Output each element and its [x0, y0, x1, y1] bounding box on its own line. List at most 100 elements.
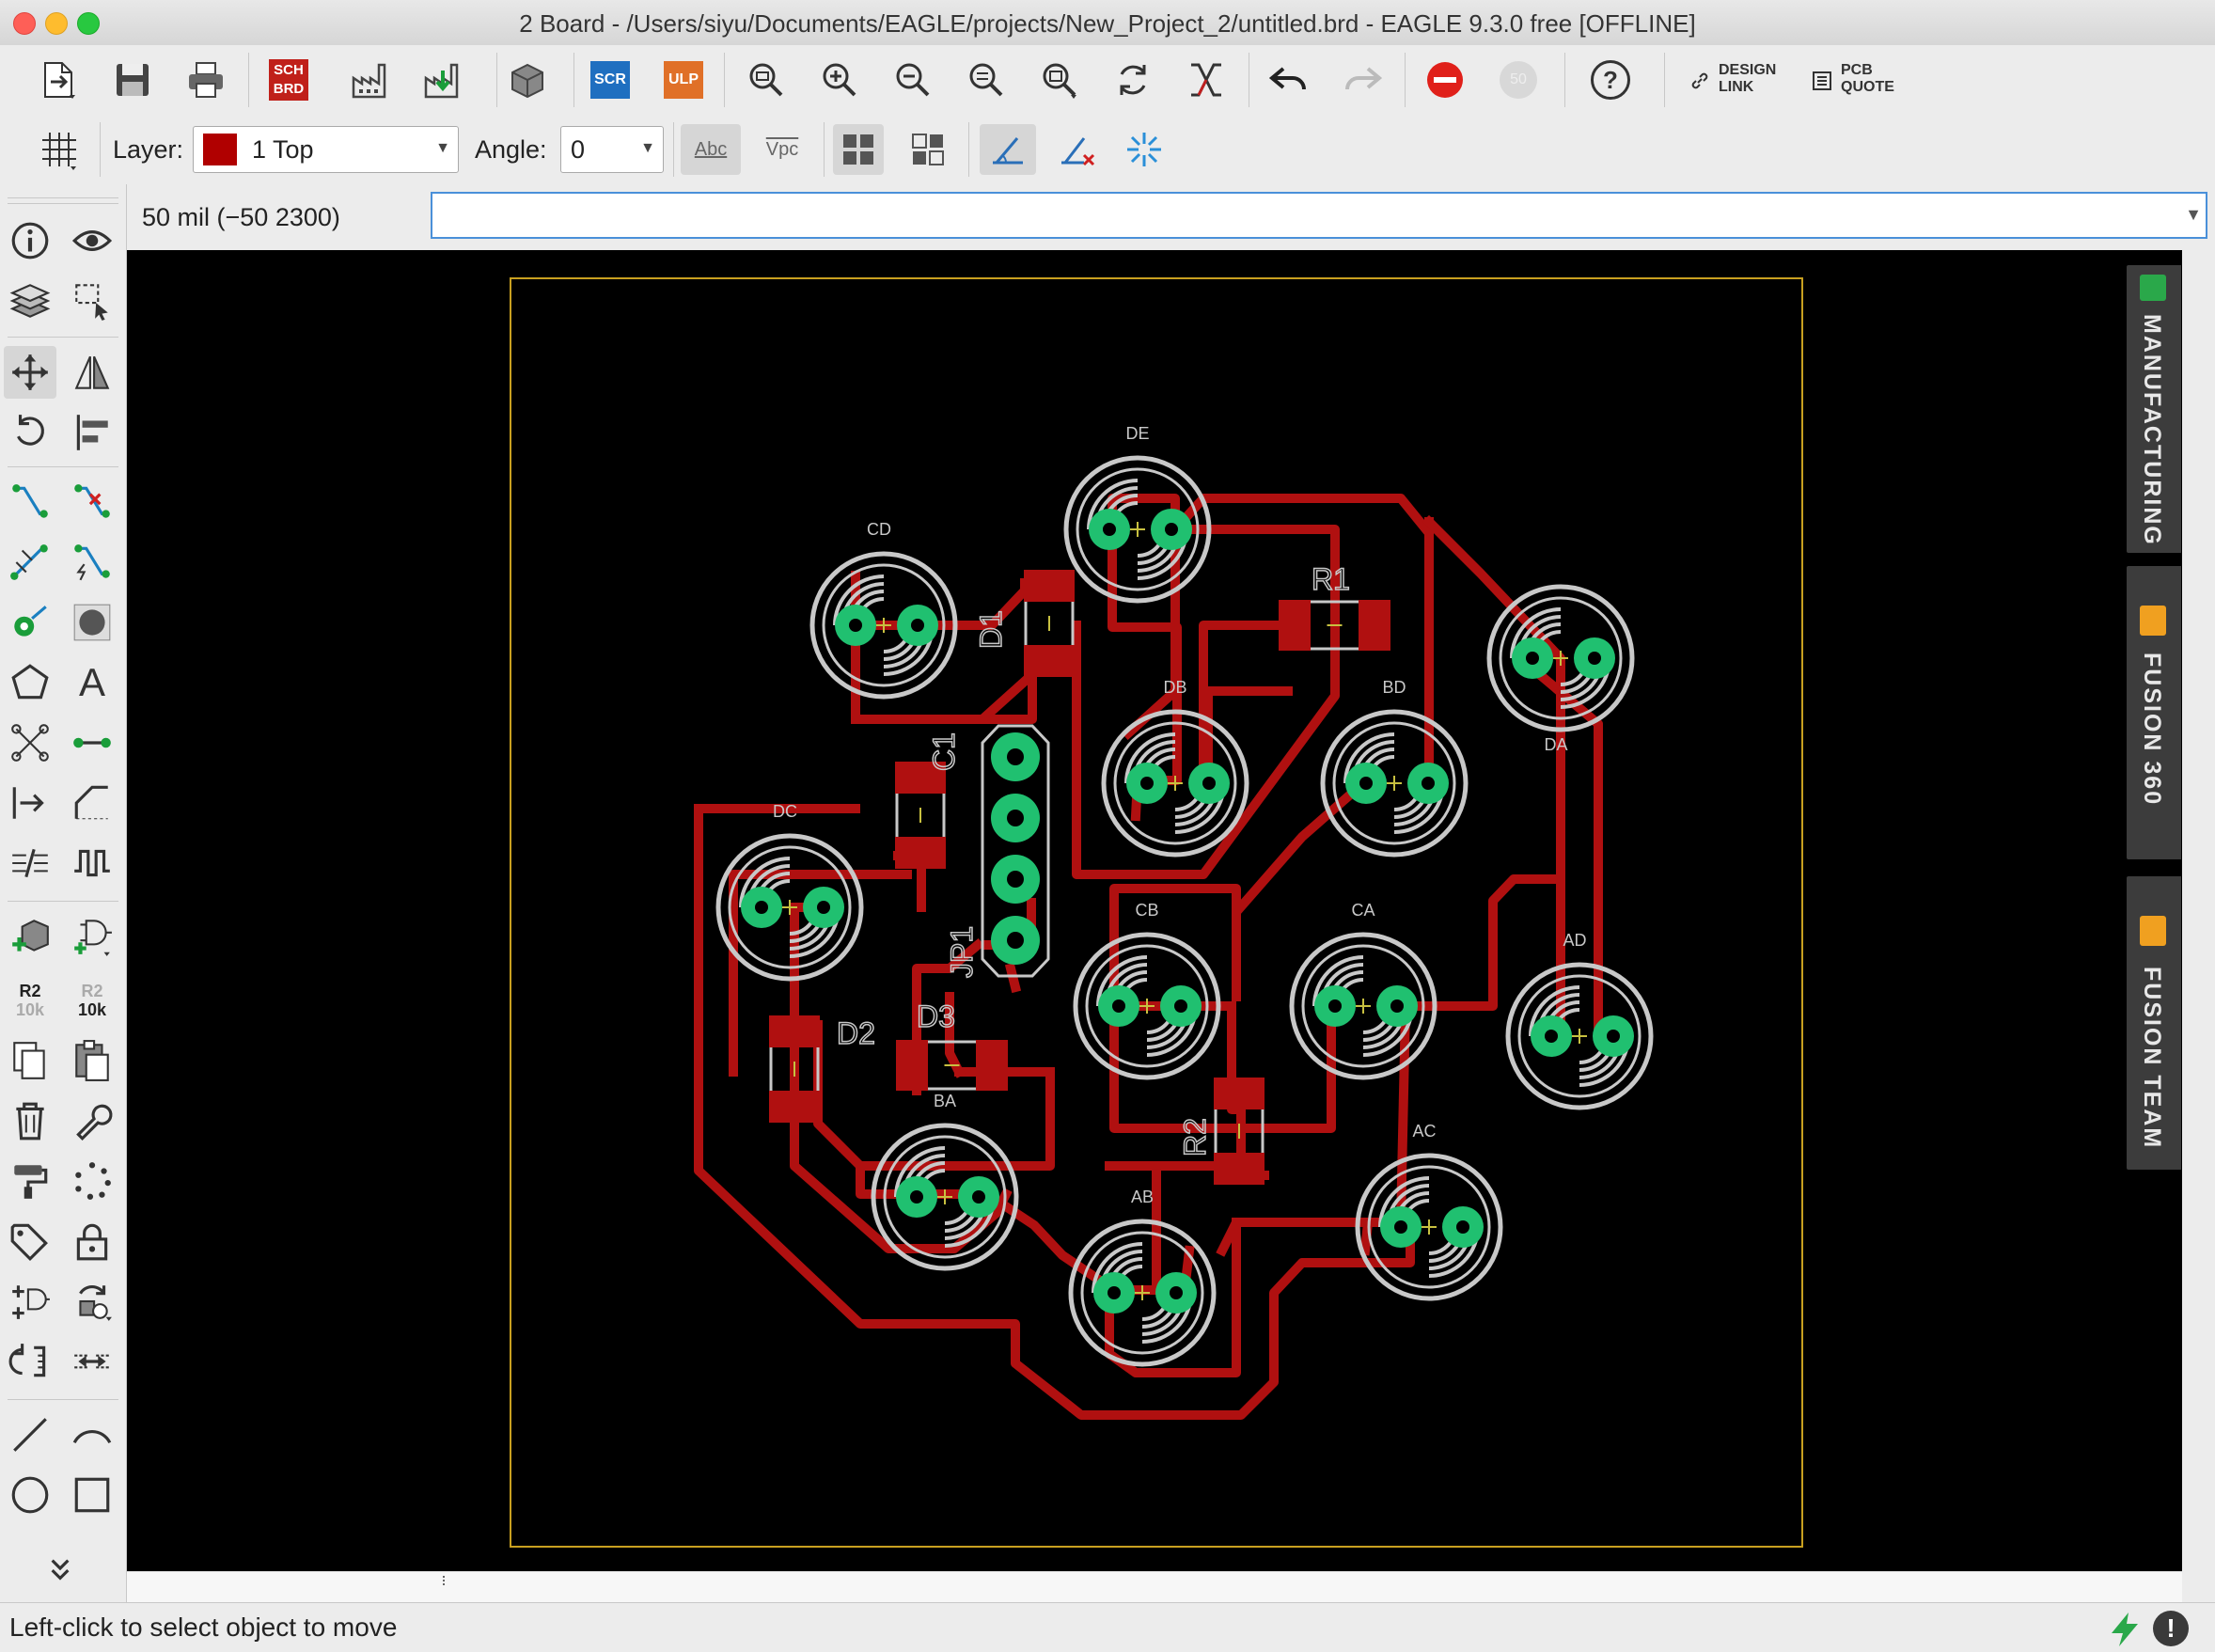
led-footprint[interactable]: AC	[1355, 1122, 1503, 1301]
led-footprint[interactable]: CA	[1289, 901, 1437, 1080]
lock-icon	[76, 1223, 108, 1261]
pcb-quote-button[interactable]: PCB QUOTE	[1811, 60, 1905, 102]
hole-tool[interactable]	[66, 596, 118, 649]
ratsnest-button[interactable]	[1181, 55, 1232, 105]
layer-color-swatch	[203, 134, 237, 165]
sch-brd-switch-button[interactable]: SCH BRD	[263, 55, 314, 105]
align-tool[interactable]	[66, 406, 118, 459]
zoom-fit-button[interactable]	[741, 55, 792, 105]
ulp-button[interactable]: ULP	[658, 55, 709, 105]
meander-tool[interactable]	[66, 837, 118, 889]
angle-select[interactable]: 0 ▼	[560, 126, 664, 173]
swap-tool[interactable]	[4, 1335, 56, 1388]
fanout-tool[interactable]	[4, 536, 56, 589]
command-line-input[interactable]	[431, 192, 2207, 239]
miter-angle-button[interactable]	[980, 124, 1036, 175]
manufacturing-tab[interactable]: MANUFACTURING	[2127, 265, 2181, 553]
add-pin-tool[interactable]	[4, 1275, 56, 1328]
replace-tool[interactable]	[66, 1275, 118, 1328]
3d-package-button[interactable]	[502, 55, 553, 105]
open-file-button[interactable]	[33, 55, 84, 105]
stop-button[interactable]	[1420, 55, 1470, 105]
add-part-tool[interactable]	[4, 910, 56, 963]
go-button[interactable]: 50	[1493, 55, 1544, 105]
redo-button[interactable]	[1337, 55, 1388, 105]
group-tool[interactable]	[66, 1155, 118, 1207]
value-tool[interactable]: R2 10k	[4, 974, 56, 1027]
attribute-arrow-tool[interactable]	[4, 777, 56, 829]
expand-tools-button[interactable]	[34, 1542, 86, 1595]
zoom-redraw-button[interactable]	[961, 55, 1012, 105]
led-footprint[interactable]: BD	[1320, 678, 1469, 857]
rectangle-tool[interactable]	[66, 1469, 118, 1521]
undo-button[interactable]	[1264, 55, 1314, 105]
help-button[interactable]: ?	[1585, 55, 1636, 105]
layout-view-1-button[interactable]	[833, 124, 884, 175]
smd-component[interactable]: C1	[895, 732, 962, 869]
route-tool[interactable]	[4, 476, 56, 528]
show-tool[interactable]	[66, 214, 118, 267]
ratsnest-tool[interactable]	[4, 716, 56, 769]
script-button[interactable]: SCR	[585, 55, 636, 105]
info-tool[interactable]	[4, 214, 56, 267]
angle-snap-icon	[993, 137, 1023, 165]
name-tool[interactable]: R2 10k	[66, 974, 118, 1027]
led-footprint[interactable]: BA	[871, 1092, 1019, 1271]
clear-angle-button[interactable]	[1051, 124, 1102, 175]
cam-processor-button[interactable]	[345, 55, 396, 105]
led-footprint[interactable]: AD	[1505, 931, 1654, 1110]
smd-component[interactable]: D1	[973, 570, 1075, 677]
cross-probe-button[interactable]	[1119, 124, 1170, 175]
led-footprint[interactable]: CB	[1073, 901, 1221, 1080]
lightning-icon[interactable]	[2106, 1611, 2144, 1648]
move-tool[interactable]	[4, 346, 56, 399]
autorouter-tool[interactable]	[66, 536, 118, 589]
miter-tool[interactable]	[66, 777, 118, 829]
layer-select[interactable]: 1 Top ▼	[193, 126, 459, 173]
change-tool[interactable]	[66, 1094, 118, 1147]
pcb-board[interactable]: DE CD DB BD DA DC CB CA AD BA AB AC D1 C1 R1 D2 D3 R2 JP1	[127, 250, 2182, 1571]
split-tool[interactable]	[4, 837, 56, 889]
grid-button[interactable]	[34, 124, 85, 175]
via-tool[interactable]	[4, 596, 56, 649]
paste-tool[interactable]	[66, 1034, 118, 1087]
optimize-tool[interactable]	[66, 1335, 118, 1388]
delete-tool[interactable]	[4, 1094, 56, 1147]
zoom-out-button[interactable]	[888, 55, 938, 105]
lock-tool[interactable]	[66, 1215, 118, 1267]
warning-icon[interactable]: !	[2153, 1611, 2189, 1646]
print-button[interactable]	[181, 55, 231, 105]
line-tool[interactable]	[4, 1408, 56, 1461]
fusion360-tab[interactable]: FUSION 360	[2127, 566, 2181, 859]
copy-tool[interactable]	[4, 1034, 56, 1087]
layout-view-2-button[interactable]	[903, 124, 953, 175]
mirror-tool[interactable]	[66, 346, 118, 399]
layers-tool[interactable]	[4, 275, 56, 327]
fusion-team-tab[interactable]: FUSION TEAM	[2127, 876, 2181, 1170]
redraw-button[interactable]	[1108, 55, 1158, 105]
ripup-tool[interactable]	[66, 476, 118, 528]
add-gate-tool[interactable]	[66, 910, 118, 963]
design-link-button[interactable]: DESIGN LINK	[1689, 60, 1783, 102]
circle-tool[interactable]	[4, 1469, 56, 1521]
attribute-tool[interactable]	[4, 1215, 56, 1267]
zoom-select-button[interactable]	[1034, 55, 1085, 105]
rotate-tool[interactable]	[4, 406, 56, 459]
polygon-tool[interactable]	[4, 656, 56, 709]
scroll-grip[interactable]	[443, 1576, 447, 1585]
group-select-tool[interactable]	[66, 275, 118, 327]
led-footprint[interactable]: CD	[809, 520, 958, 700]
zoom-in-button[interactable]	[814, 55, 865, 105]
paint-roller-tool[interactable]	[4, 1155, 56, 1207]
board-canvas[interactable]: DE CD DB BD DA DC CB CA AD BA AB AC D1 C1 R1 D2 D3 R2 JP1	[127, 250, 2182, 1571]
horizontal-scrollbar[interactable]	[127, 1571, 2182, 1603]
arc-tool[interactable]	[66, 1408, 118, 1461]
factory-download-icon	[424, 63, 459, 99]
spin-text-button[interactable]: Vpc	[752, 124, 812, 175]
manufacturing-export-button[interactable]	[417, 55, 468, 105]
command-history-dropdown[interactable]: ▼	[2185, 205, 2202, 225]
save-button[interactable]	[107, 55, 158, 105]
mirror-text-button[interactable]: Abc	[681, 124, 741, 175]
signal-tool[interactable]	[66, 716, 118, 769]
text-tool[interactable]: A	[66, 656, 118, 709]
